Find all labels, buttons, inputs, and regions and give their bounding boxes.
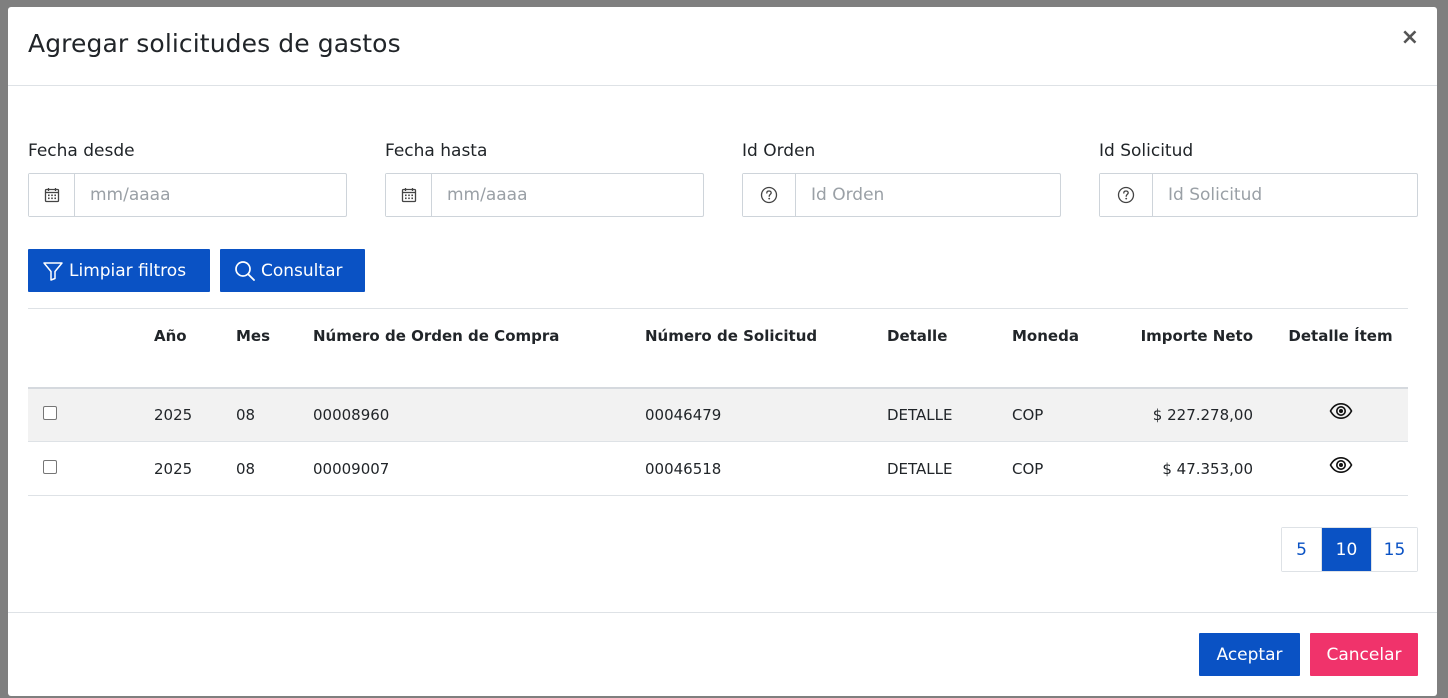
row-checkbox[interactable]	[43, 405, 57, 420]
modal-header: Agregar solicitudes de gastos ×	[8, 7, 1437, 86]
cell-orden: 00008960	[313, 405, 390, 424]
cell-anio: 2025	[154, 459, 193, 478]
calendar-icon[interactable]	[29, 174, 75, 216]
page-size-15[interactable]: 15	[1372, 528, 1417, 571]
question-circle-icon	[743, 174, 796, 216]
fecha-desde-input[interactable]	[75, 174, 346, 216]
eye-icon[interactable]	[1329, 456, 1353, 478]
row-select-cell	[28, 388, 154, 442]
cell-anio: 2025	[154, 405, 193, 424]
id-solicitud-group	[1099, 173, 1418, 217]
cell-moneda: COP	[1012, 405, 1044, 424]
close-button[interactable]: ×	[1401, 27, 1419, 49]
col-moneda[interactable]: Moneda	[1012, 309, 1116, 388]
col-select	[28, 309, 154, 388]
cell-mes: 08	[236, 405, 256, 424]
filter-icon	[42, 260, 64, 282]
add-expense-requests-modal: Agregar solicitudes de gastos × Fecha de…	[8, 7, 1437, 696]
cell-detalle-item	[1273, 388, 1408, 442]
table-header: Año Mes Número de Orden de Compra Número…	[28, 308, 1408, 388]
search-icon	[234, 260, 256, 282]
cell-detalle-item	[1273, 442, 1408, 496]
results-table-wrapper: Año Mes Número de Orden de Compra Número…	[28, 308, 1408, 496]
query-button[interactable]: Consultar	[220, 249, 365, 292]
col-detalle[interactable]: Detalle	[887, 309, 1012, 388]
cell-importe: $ 47.353,00	[1162, 459, 1253, 478]
cell-mes: 08	[236, 459, 256, 478]
cell-importe: $ 227.278,00	[1152, 405, 1253, 424]
col-solicitud[interactable]: Número de Solicitud	[645, 309, 887, 388]
fecha-desde-group	[28, 173, 347, 217]
cell-solicitud: 00046479	[645, 405, 722, 424]
eye-icon[interactable]	[1329, 402, 1353, 424]
cancel-button[interactable]: Cancelar	[1310, 633, 1418, 676]
fecha-desde-label: Fecha desde	[28, 141, 135, 161]
question-circle-icon	[1100, 174, 1153, 216]
cell-solicitud: 00046518	[645, 459, 722, 478]
filter-fecha-hasta: Fecha hasta	[385, 141, 704, 217]
clear-filters-button[interactable]: Limpiar filtros	[28, 249, 210, 292]
row-checkbox[interactable]	[43, 459, 57, 474]
col-orden-compra[interactable]: Número de Orden de Compra	[313, 309, 645, 388]
table-body: 2025 08 00008960 00046479 DETALLE COP $ …	[28, 387, 1408, 496]
cell-detalle: DETALLE	[887, 459, 953, 478]
page-size-selector: 5 10 15	[1281, 527, 1418, 572]
accept-button[interactable]: Aceptar	[1199, 633, 1300, 676]
row-select-cell	[28, 442, 154, 496]
table-row: 2025 08 00009007 00046518 DETALLE COP $ …	[28, 442, 1408, 496]
table-row: 2025 08 00008960 00046479 DETALLE COP $ …	[28, 387, 1408, 442]
page-size-5[interactable]: 5	[1282, 528, 1322, 571]
table-header-row: Año Mes Número de Orden de Compra Número…	[28, 308, 1408, 388]
fecha-hasta-label: Fecha hasta	[385, 141, 488, 161]
cell-orden: 00009007	[313, 459, 390, 478]
id-orden-label: Id Orden	[742, 141, 816, 161]
filter-fecha-desde: Fecha desde	[28, 141, 347, 217]
clear-filters-label: Limpiar filtros	[69, 260, 187, 281]
col-detalle-item[interactable]: Detalle Ítem	[1273, 309, 1408, 388]
id-orden-input[interactable]	[796, 174, 1060, 216]
col-importe-neto[interactable]: Importe Neto	[1116, 309, 1273, 388]
fecha-hasta-input[interactable]	[432, 174, 703, 216]
id-solicitud-input[interactable]	[1153, 174, 1417, 216]
filter-id-solicitud: Id Solicitud	[1099, 141, 1418, 217]
cell-moneda: COP	[1012, 459, 1044, 478]
filter-id-orden: Id Orden	[742, 141, 1061, 217]
modal-footer: Aceptar Cancelar	[8, 612, 1437, 696]
calendar-icon[interactable]	[386, 174, 432, 216]
cell-detalle: DETALLE	[887, 405, 953, 424]
col-mes[interactable]: Mes	[236, 309, 313, 388]
modal-title: Agregar solicitudes de gastos	[28, 29, 401, 58]
col-anio[interactable]: Año	[154, 309, 236, 388]
fecha-hasta-group	[385, 173, 704, 217]
query-label: Consultar	[261, 260, 343, 281]
results-table: Año Mes Número de Orden de Compra Número…	[28, 308, 1408, 496]
id-orden-group	[742, 173, 1061, 217]
page-size-10[interactable]: 10	[1322, 528, 1372, 571]
id-solicitud-label: Id Solicitud	[1099, 141, 1194, 161]
